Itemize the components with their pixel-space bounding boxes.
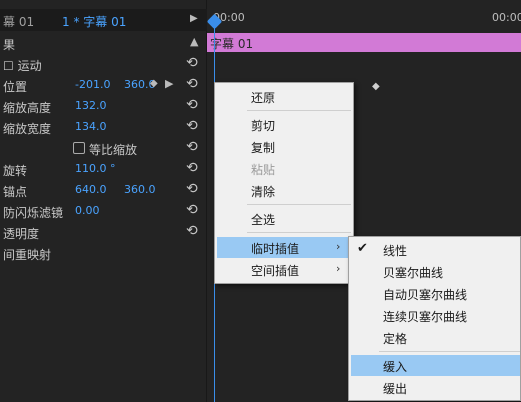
property-label: 缩放宽度 <box>3 122 52 136</box>
timecode-end: 00:00 <box>492 11 521 24</box>
property-label: 锚点 <box>3 185 28 199</box>
play-icon[interactable]: ▶ <box>190 13 198 24</box>
property-row: 缩放高度 132.0 ⟲ <box>0 96 207 117</box>
submenu-item-ease-out[interactable]: 缓出 <box>351 377 520 398</box>
tab-source[interactable]: 幕 01 <box>3 13 34 30</box>
property-label: 间重映射 <box>3 248 52 262</box>
property-label: 缩放高度 <box>3 101 52 115</box>
context-menu: 还原 剪切 复制 粘贴 清除 全选 临时插值 › 空间插值 › <box>214 82 354 284</box>
menu-item-spatial-interpolation[interactable]: 空间插值 › <box>217 259 351 280</box>
menu-item-undo[interactable]: 还原 <box>217 86 351 107</box>
property-row: ☐ 运动 ⟲ <box>0 54 207 75</box>
checkmark-icon: ✔ <box>357 241 368 256</box>
submenu-item-hold[interactable]: 定格 <box>351 327 520 348</box>
menu-item-select-all[interactable]: 全选 <box>217 208 351 229</box>
clip-label: 字幕 01 <box>210 37 254 51</box>
menu-separator <box>247 110 351 111</box>
next-keyframe-icon[interactable]: ▶ <box>165 77 173 90</box>
property-label: 位置 <box>3 80 28 94</box>
chevron-right-icon: › <box>336 240 341 253</box>
property-row: 间重映射 <box>0 243 207 264</box>
menu-item-label: 临时插值 <box>251 242 300 256</box>
submenu-item-auto-bezier[interactable]: 自动贝塞尔曲线 <box>351 283 520 304</box>
anchor-y-value[interactable]: 360.0 <box>124 183 156 196</box>
property-row: 旋转 110.0 ° ⟲ <box>0 159 207 180</box>
chevron-right-icon: › <box>336 262 341 275</box>
position-x-value[interactable]: -201.0 <box>75 78 110 91</box>
property-label: 防闪烁滤镜 <box>3 206 64 220</box>
submenu-item-linear[interactable]: ✔ 线性 <box>351 239 520 260</box>
reset-icon[interactable]: ⟲ <box>186 119 198 133</box>
menu-item-label: 剪切 <box>251 119 276 133</box>
reset-icon[interactable]: ⟲ <box>186 203 198 217</box>
reset-icon[interactable]: ⟲ <box>186 98 198 112</box>
submenu-item-label: 定格 <box>383 332 408 346</box>
property-row: 等比缩放 ⟲ <box>0 138 207 159</box>
effect-controls-panel: 幕 01 1 * 字幕 01 ▶ 果 ▲ ☐ 运动 ⟲ 位置 -201.0 36… <box>0 0 207 402</box>
reset-icon[interactable]: ⟲ <box>186 140 198 154</box>
property-label: 旋转 <box>3 164 28 178</box>
property-row: 锚点 640.0 360.0 ⟲ <box>0 180 207 201</box>
property-label: ☐ 运动 <box>3 59 42 73</box>
menu-separator <box>247 204 351 205</box>
panel-tab-bar: 幕 01 1 * 字幕 01 ▶ <box>0 9 207 31</box>
keyframe-diamond-icon[interactable]: ◆ <box>372 81 380 92</box>
reset-icon[interactable]: ⟲ <box>186 161 198 175</box>
scale-height-value[interactable]: 132.0 <box>75 99 107 112</box>
rotation-value[interactable]: 110.0 ° <box>75 162 116 175</box>
chevron-up-icon[interactable]: ▲ <box>190 35 198 48</box>
submenu-item-continuous-bezier[interactable]: 连续贝塞尔曲线 <box>351 305 520 326</box>
submenu-item-label: 缓入 <box>383 360 408 374</box>
keyframe-diamond-icon[interactable]: ◆ <box>150 78 158 89</box>
property-label: 等比缩放 <box>89 143 138 157</box>
menu-item-label: 复制 <box>251 141 276 155</box>
property-row: 透明度 ⟲ <box>0 222 207 243</box>
property-row: 缩放宽度 134.0 ⟲ <box>0 117 207 138</box>
menu-separator <box>247 232 351 233</box>
menu-item-label: 粘贴 <box>251 163 276 177</box>
menu-item-label: 还原 <box>251 91 276 105</box>
menu-item-cut[interactable]: 剪切 <box>217 114 351 135</box>
reset-icon[interactable]: ⟲ <box>186 182 198 196</box>
submenu-item-label: 贝塞尔曲线 <box>383 266 444 280</box>
menu-item-clear[interactable]: 清除 <box>217 180 351 201</box>
property-row: 果 ▲ <box>0 33 207 54</box>
menu-separator <box>379 351 520 352</box>
menu-item-temporal-interpolation[interactable]: 临时插值 › <box>217 237 351 258</box>
property-row: 防闪烁滤镜 0.00 ⟲ <box>0 201 207 222</box>
tab-active-sequence[interactable]: 1 * 字幕 01 <box>62 13 126 30</box>
property-row: 位置 -201.0 360.0 ◆ ▶ ⟲ <box>0 75 207 96</box>
property-label: 透明度 <box>3 227 40 241</box>
uniform-scale-checkbox[interactable] <box>73 142 85 154</box>
menu-item-label: 空间插值 <box>251 264 300 278</box>
submenu-item-label: 连续贝塞尔曲线 <box>383 310 468 324</box>
menu-item-paste: 粘贴 <box>217 158 351 179</box>
time-ruler[interactable]: 00:00 00:00 <box>207 9 521 31</box>
anchor-x-value[interactable]: 640.0 <box>75 183 107 196</box>
submenu-item-label: 线性 <box>383 244 408 258</box>
menu-item-label: 全选 <box>251 213 276 227</box>
interpolation-submenu: ✔ 线性 贝塞尔曲线 自动贝塞尔曲线 连续贝塞尔曲线 定格 缓入 缓出 <box>348 236 521 401</box>
reset-icon[interactable]: ⟲ <box>186 224 198 238</box>
property-label: 果 <box>3 38 16 52</box>
reset-icon[interactable]: ⟲ <box>186 56 198 70</box>
submenu-item-bezier[interactable]: 贝塞尔曲线 <box>351 261 520 282</box>
submenu-item-label: 缓出 <box>383 382 408 396</box>
menu-item-label: 清除 <box>251 185 276 199</box>
menu-item-copy[interactable]: 复制 <box>217 136 351 157</box>
submenu-item-label: 自动贝塞尔曲线 <box>383 288 468 302</box>
anti-flicker-value[interactable]: 0.00 <box>75 204 100 217</box>
submenu-item-ease-in[interactable]: 缓入 <box>351 355 520 376</box>
scale-width-value[interactable]: 134.0 <box>75 120 107 133</box>
title-clip[interactable]: 字幕 01 <box>207 33 521 52</box>
reset-icon[interactable]: ⟲ <box>186 77 198 91</box>
